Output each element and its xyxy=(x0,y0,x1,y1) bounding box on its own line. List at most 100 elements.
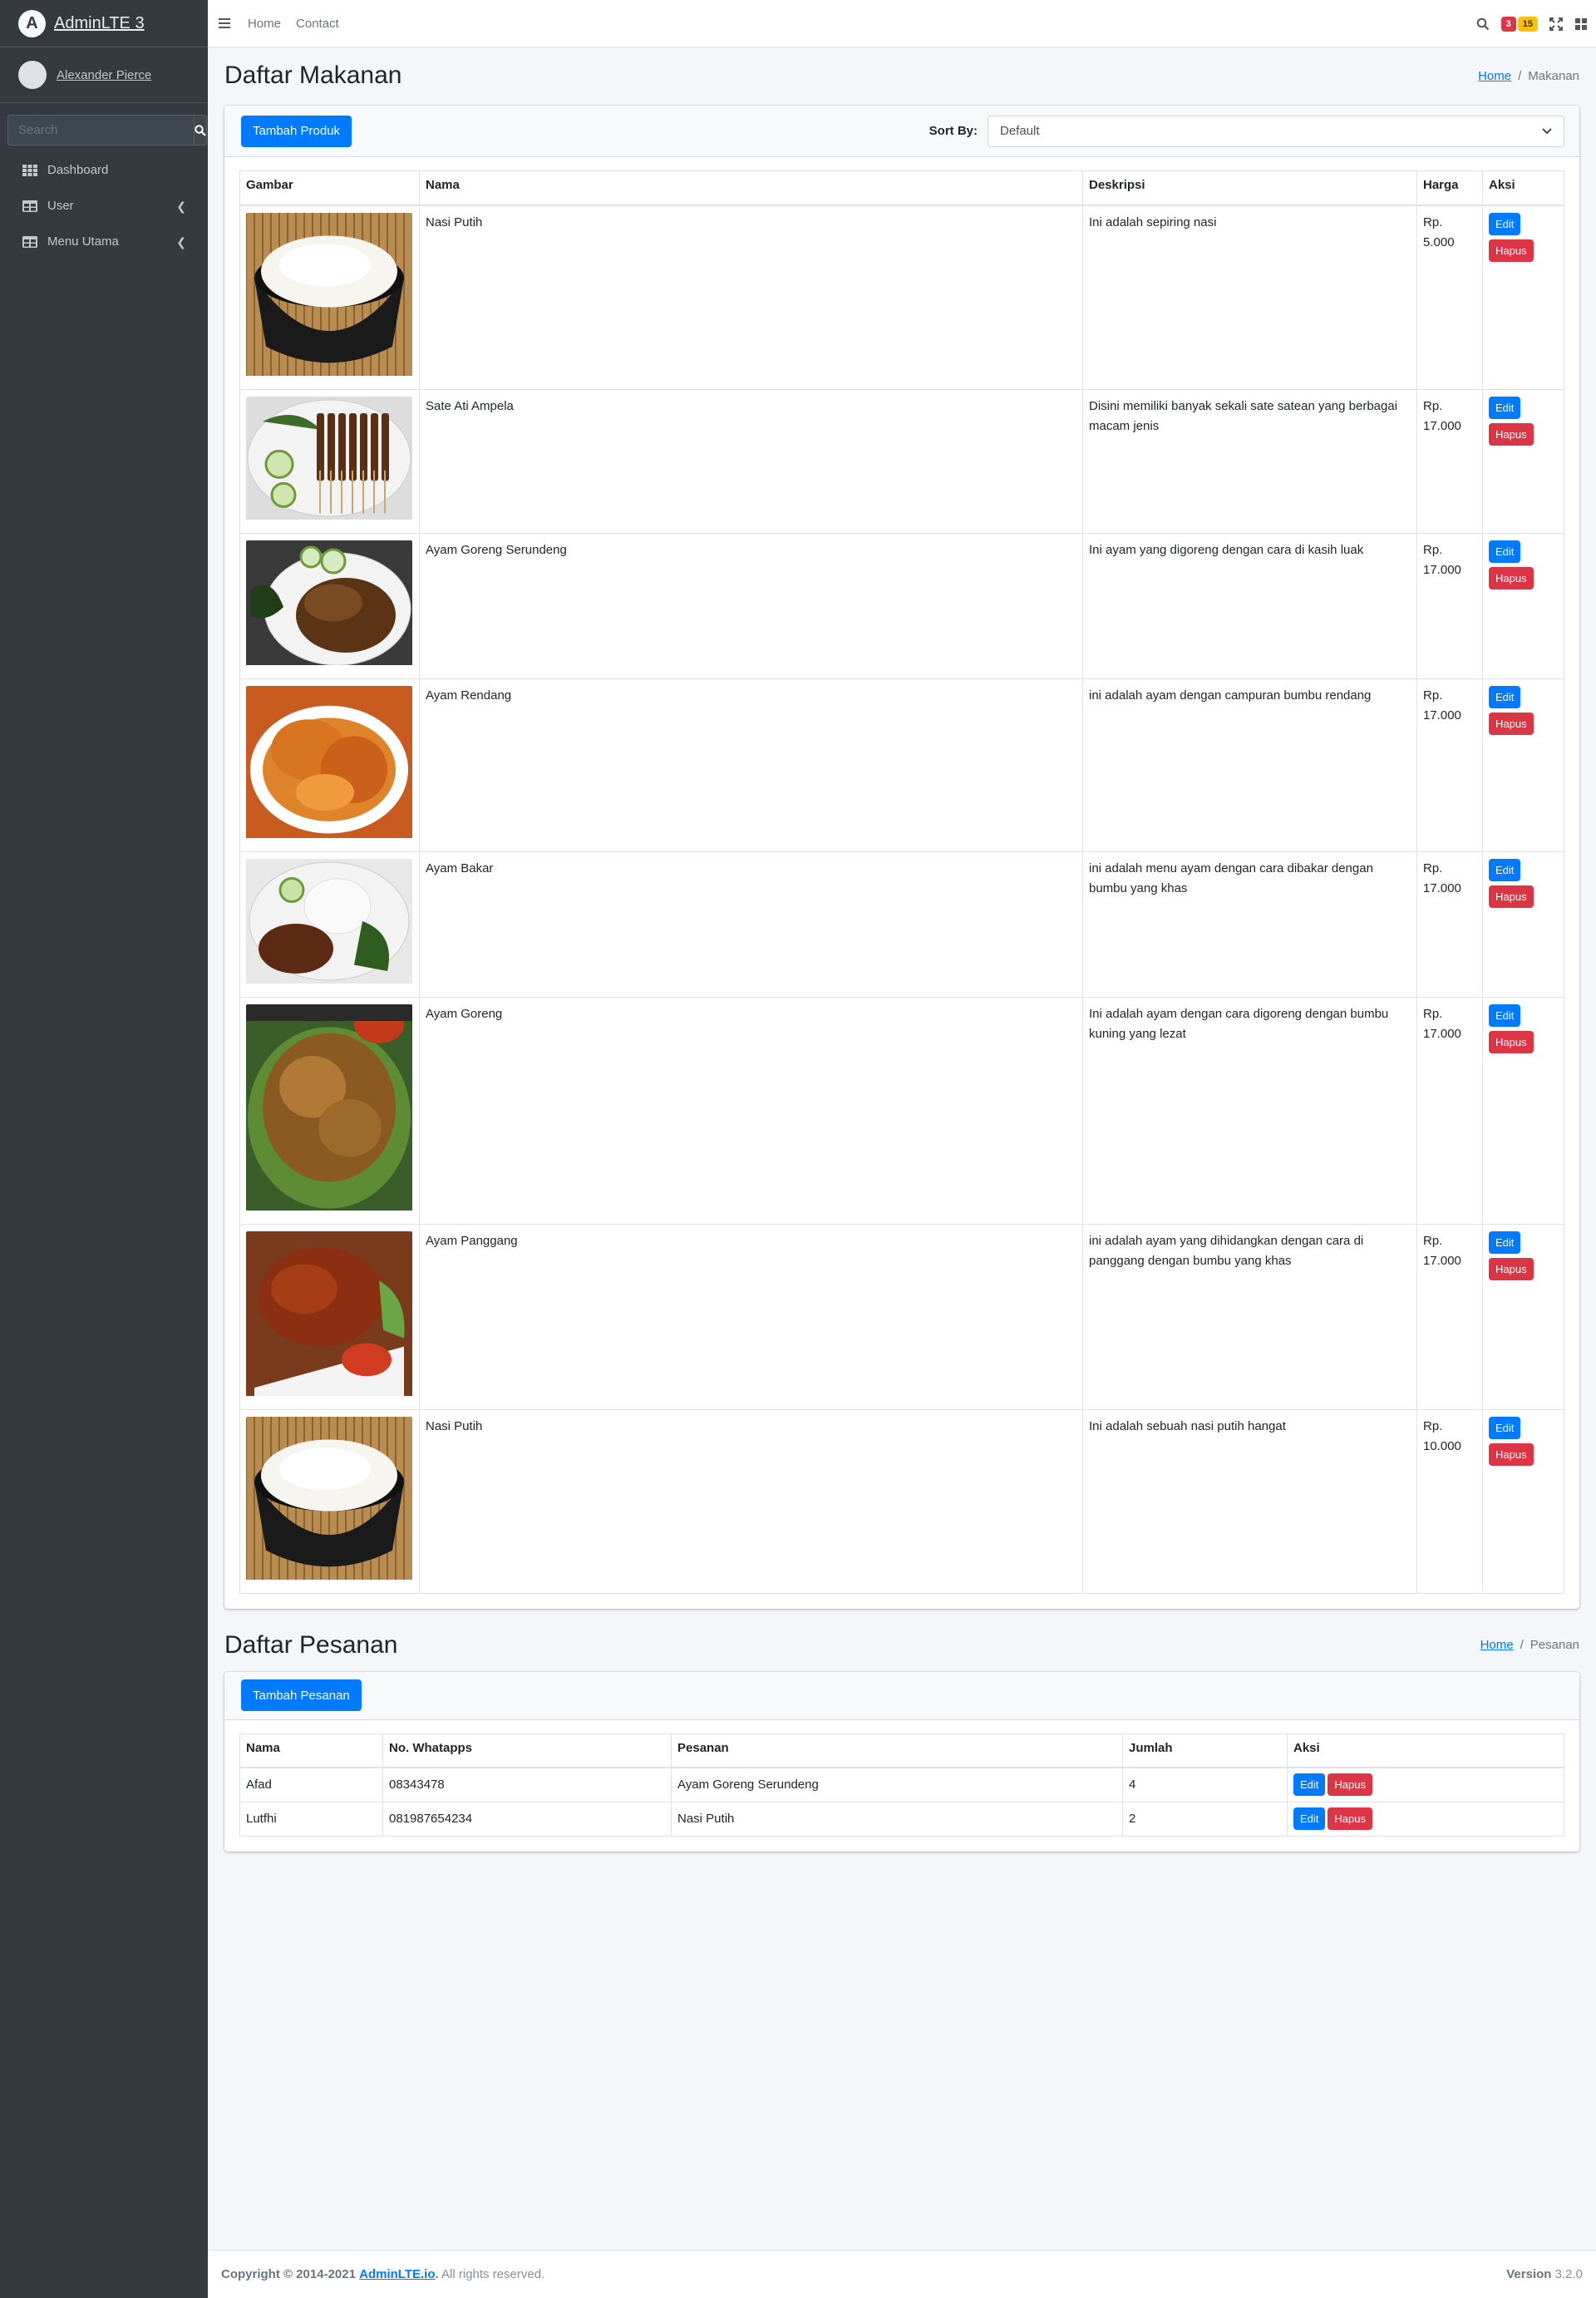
description-cell: Disini memiliki banyak sekali sate satea… xyxy=(1082,388,1417,534)
action-cell: Edit Hapus xyxy=(1482,388,1564,534)
column-header: Aksi xyxy=(1482,170,1564,206)
sidebar-search xyxy=(7,115,207,145)
nav-link-contact[interactable]: Contact xyxy=(296,17,339,31)
image-cell xyxy=(239,532,420,679)
whatsapp-cell: 08343478 xyxy=(382,1767,672,1802)
brand-text[interactable]: AdminLTE 3 xyxy=(54,14,145,33)
control-sidebar-icon[interactable] xyxy=(1574,17,1588,31)
edit-button[interactable]: Edit xyxy=(1489,396,1521,419)
action-cell: Edit Hapus xyxy=(1482,996,1564,1225)
name-cell: Ayam Goreng xyxy=(419,996,1083,1225)
brand-link[interactable]: A AdminLTE 3 xyxy=(0,0,208,47)
order-name-cell: Afad xyxy=(239,1767,383,1802)
sidebar-item-dashboard[interactable]: Dashboard xyxy=(0,152,208,188)
table-row: Afad 08343478 Ayam Goreng Serundeng 4 Edit Ha… xyxy=(239,1767,1564,1802)
sort-control: Sort By: Default xyxy=(929,115,1564,147)
chevron-left-icon: ❮ xyxy=(176,235,186,249)
sort-select[interactable]: Default xyxy=(988,115,1564,147)
add-order-button[interactable]: Tambah Pesanan xyxy=(241,1679,362,1711)
description-cell: ini adalah ayam yang dihidangkan dengan … xyxy=(1082,1223,1417,1410)
delete-button[interactable]: Hapus xyxy=(1489,1257,1534,1280)
food-image xyxy=(246,685,412,845)
food-image xyxy=(246,396,412,526)
search-icon xyxy=(195,124,206,136)
name-cell: Nasi Putih xyxy=(419,205,1083,390)
edit-button[interactable]: Edit xyxy=(1293,1807,1326,1830)
delete-button[interactable]: Hapus xyxy=(1489,566,1534,589)
sidebar-item-menu-utama[interactable]: Menu Utama ❮ xyxy=(0,224,208,259)
sidebar-item-user[interactable]: User ❮ xyxy=(0,188,208,224)
edit-button[interactable]: Edit xyxy=(1293,1773,1326,1796)
action-cell: Edit Hapus xyxy=(1482,1223,1564,1410)
food-image xyxy=(246,1416,412,1586)
breadcrumb-home[interactable]: Home xyxy=(1478,69,1511,83)
search-icon[interactable] xyxy=(1476,17,1490,31)
action-cell: Edit Hapus xyxy=(1287,1767,1564,1802)
action-cell: Edit Hapus xyxy=(1482,1408,1564,1594)
price-cell: Rp. 17.000 xyxy=(1416,532,1483,679)
pesanan-card: Tambah Pesanan Nama No. Whatapps Pesanan… xyxy=(224,1671,1579,1852)
pesanan-table: Nama No. Whatapps Pesanan Jumlah Aksi Af… xyxy=(239,1733,1564,1837)
sidebar-search-input[interactable] xyxy=(7,115,194,145)
column-header: Pesanan xyxy=(671,1733,1123,1768)
edit-button[interactable]: Edit xyxy=(1489,1230,1521,1254)
breadcrumb-home[interactable]: Home xyxy=(1480,1638,1514,1652)
nav-link-home[interactable]: Home xyxy=(248,17,281,31)
messages-badge[interactable]: 3 xyxy=(1500,16,1516,32)
pesanan-header: Daftar Pesanan Home / Pesanan xyxy=(208,1620,1596,1670)
page-title: Daftar Pesanan xyxy=(224,1630,398,1659)
sidebar-search-button[interactable] xyxy=(194,115,207,145)
description-cell: ini adalah menu ayam dengan cara dibakar… xyxy=(1082,851,1417,998)
breadcrumb-current: Makanan xyxy=(1528,68,1579,83)
fullscreen-icon[interactable] xyxy=(1549,17,1563,31)
delete-button[interactable]: Hapus xyxy=(1489,1030,1534,1053)
column-header: Deskripsi xyxy=(1082,170,1417,206)
action-cell: Edit Hapus xyxy=(1482,851,1564,998)
breadcrumb: Home / Pesanan xyxy=(1480,1638,1579,1652)
main-footer: Copyright © 2014-2021 AdminLTE.io. All r… xyxy=(208,2250,1596,2298)
name-cell: Nasi Putih xyxy=(419,1408,1083,1594)
edit-button[interactable]: Edit xyxy=(1489,1004,1521,1027)
column-header: No. Whatapps xyxy=(382,1733,672,1768)
delete-button[interactable]: Hapus xyxy=(1489,712,1534,735)
sidebar-item-label: Dashboard xyxy=(47,163,109,177)
delete-button[interactable]: Hapus xyxy=(1328,1807,1372,1830)
navbar-badges: 3 15 xyxy=(1500,16,1538,32)
delete-button[interactable]: Hapus xyxy=(1328,1773,1372,1796)
notifications-badge[interactable]: 15 xyxy=(1517,16,1538,32)
table-row: Ayam Goreng Ini adalah ayam dengan cara d… xyxy=(239,996,1564,1225)
top-navbar: Home Contact 3 15 xyxy=(208,0,1596,47)
table-row: Lutfhi 081987654234 Nasi Putih 2 Edit Hapus xyxy=(239,1802,1564,1837)
footer-link[interactable]: AdminLTE.io xyxy=(359,2267,435,2281)
food-image xyxy=(246,540,412,672)
table-icon xyxy=(22,235,37,248)
image-cell xyxy=(239,678,420,852)
image-cell xyxy=(239,1223,420,1410)
add-product-button[interactable]: Tambah Produk xyxy=(241,115,352,147)
delete-button[interactable]: Hapus xyxy=(1489,422,1534,446)
edit-button[interactable]: Edit xyxy=(1489,540,1521,563)
delete-button[interactable]: Hapus xyxy=(1489,239,1534,262)
makanan-card-body: Gambar Nama Deskripsi Harga Aksi Nasi Pu… xyxy=(224,157,1579,1609)
delete-button[interactable]: Hapus xyxy=(1489,1442,1534,1466)
column-header: Nama xyxy=(239,1733,383,1768)
column-header: Nama xyxy=(419,170,1083,206)
delete-button[interactable]: Hapus xyxy=(1489,885,1534,908)
user-name-link[interactable]: Alexander Pierce xyxy=(57,68,151,82)
content-wrapper: Daftar Makanan Home / Makanan Tambah Produ… xyxy=(208,47,1596,1852)
description-cell: Ini adalah sepiring nasi xyxy=(1082,205,1417,390)
order-item-cell: Nasi Putih xyxy=(671,1802,1123,1837)
price-cell: Rp. 17.000 xyxy=(1416,1223,1483,1410)
th-icon xyxy=(22,164,37,176)
version-number: 3.2.0 xyxy=(1554,2267,1583,2281)
table-icon xyxy=(22,200,37,212)
edit-button[interactable]: Edit xyxy=(1489,212,1521,235)
image-cell xyxy=(239,205,420,390)
hamburger-menu-icon[interactable] xyxy=(216,17,233,30)
edit-button[interactable]: Edit xyxy=(1489,685,1521,708)
edit-button[interactable]: Edit xyxy=(1489,1416,1521,1439)
action-cell: Edit Hapus xyxy=(1482,532,1564,679)
pesanan-card-body: Nama No. Whatapps Pesanan Jumlah Aksi Af… xyxy=(224,1720,1579,1852)
edit-button[interactable]: Edit xyxy=(1489,858,1521,881)
main-sidebar: A AdminLTE 3 Alexander Pierce Dashboard … xyxy=(0,0,208,2298)
